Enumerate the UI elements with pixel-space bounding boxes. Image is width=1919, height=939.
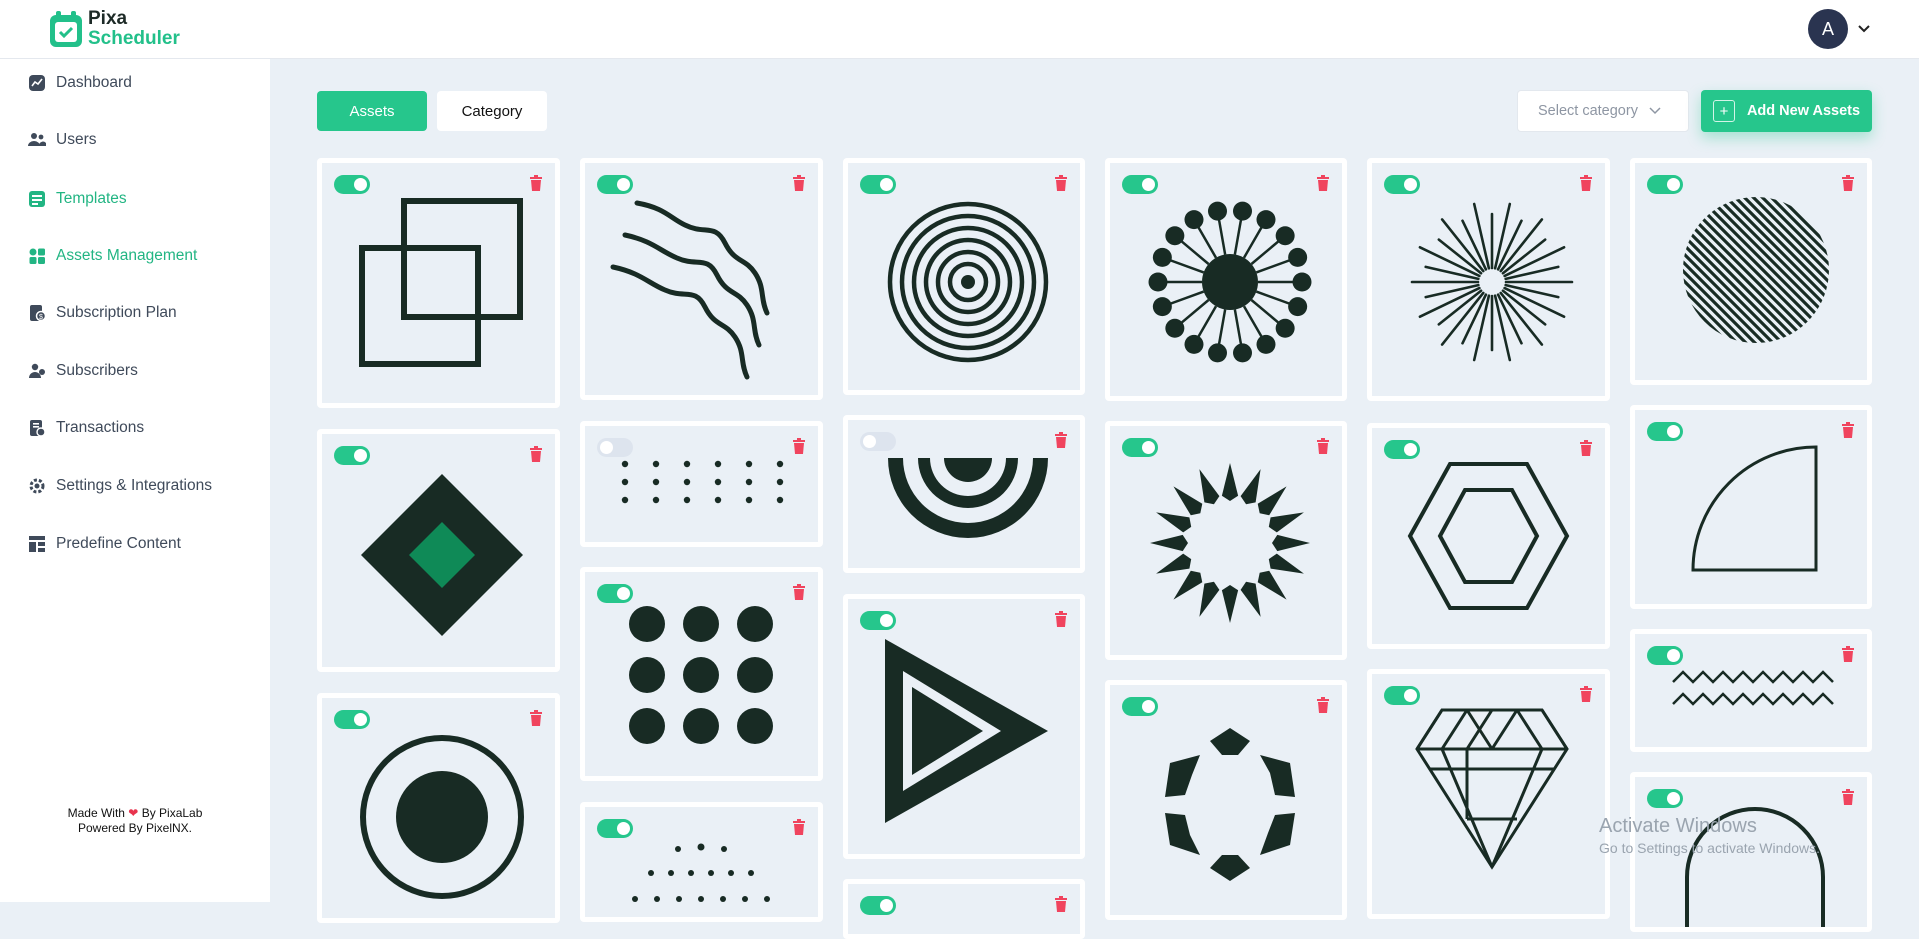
tab-assets[interactable]: Assets [317, 91, 427, 131]
sidebar-item-transactions[interactable]: Transactions [28, 413, 144, 443]
overlapping-squares-shape [359, 198, 523, 367]
settings-icon [29, 478, 45, 494]
asset-card[interactable] [580, 802, 823, 922]
sidebar: Dashboard Users Templates Assets Managem… [0, 59, 270, 902]
nine-dots-shape [629, 606, 773, 744]
asset-card[interactable] [843, 415, 1085, 573]
hexagon-segments-shape [1165, 728, 1295, 881]
sidebar-item-label: Subscription Plan [56, 304, 177, 321]
asset-card[interactable] [1105, 158, 1347, 401]
tab-category[interactable]: Category [437, 91, 547, 131]
chevron-down-icon[interactable] [1856, 18, 1872, 40]
assets-icon [29, 248, 45, 264]
sidebar-item-label: Assets Management [56, 247, 198, 264]
wavy-lines-shape [610, 200, 770, 380]
half-rings-shape [888, 458, 1048, 538]
users-icon [28, 133, 46, 146]
sidebar-item-subscription-plan[interactable]: $ Subscription Plan [28, 298, 177, 328]
spiky-ring-shape [1150, 463, 1310, 623]
sidebar-item-label: Users [56, 131, 97, 148]
asset-card[interactable] [1630, 629, 1872, 752]
quarter-circle-shape [1691, 445, 1818, 572]
asset-toggle[interactable] [860, 896, 896, 915]
zigzag-lines-shape [1672, 670, 1834, 706]
sidebar-item-label: Subscribers [56, 362, 138, 379]
template-icon [29, 191, 45, 207]
top-bar: Pixa Scheduler A [0, 0, 1919, 59]
asset-card[interactable] [1367, 669, 1610, 919]
sidebar-item-users[interactable]: Users [28, 125, 96, 155]
footer-by: By PixaLab [141, 806, 203, 820]
chevron-down-icon [1649, 107, 1661, 115]
select-placeholder: Select category [1538, 103, 1638, 119]
sidebar-item-settings[interactable]: Settings & Integrations [28, 471, 212, 501]
sidebar-item-label: Settings & Integrations [56, 477, 212, 494]
app-logo[interactable]: Pixa Scheduler [48, 9, 180, 49]
transactions-icon [30, 420, 46, 437]
sidebar-item-assets-management[interactable]: Assets Management [28, 241, 197, 271]
asset-card[interactable] [317, 693, 560, 923]
asset-card[interactable] [580, 421, 823, 547]
asset-card[interactable] [843, 594, 1085, 859]
add-new-assets-button[interactable]: + Add New Assets [1701, 90, 1872, 132]
asset-card[interactable] [1105, 680, 1347, 920]
dot-grid-shape [621, 460, 784, 504]
sidebar-item-subscribers[interactable]: Subscribers [28, 356, 138, 386]
calendar-logo-icon [50, 11, 82, 47]
asset-card[interactable] [580, 158, 823, 400]
category-select[interactable]: Select category [1517, 90, 1689, 132]
logo-line1: Pixa [88, 8, 128, 29]
add-button-label: Add New Assets [1746, 103, 1861, 119]
asset-card[interactable] [580, 567, 823, 781]
avatar[interactable]: A [1808, 9, 1848, 49]
dotted-arc-shape [632, 843, 770, 902]
footer-powered-by: Powered By PixelNX. [77, 821, 193, 835]
logo-line2: Scheduler [88, 28, 180, 49]
asset-card[interactable] [843, 158, 1085, 395]
asset-card[interactable] [1630, 772, 1872, 932]
asset-card[interactable] [317, 158, 560, 408]
gem-shape [1415, 708, 1569, 870]
arch-shape [1685, 807, 1825, 927]
hexagon-outline-shape [1407, 462, 1570, 610]
plus-icon: + [1712, 100, 1735, 122]
sidebar-item-templates[interactable]: Templates [28, 184, 127, 214]
asset-card[interactable] [1630, 158, 1872, 385]
sunburst-lines-shape [1410, 202, 1574, 362]
sidebar-item-label: Predefine Content [56, 535, 181, 552]
subscribers-icon [29, 363, 45, 378]
svg-text:$: $ [39, 314, 43, 321]
asset-card[interactable] [843, 879, 1085, 939]
sidebar-item-label: Templates [56, 190, 127, 207]
sidebar-footer: Made With ❤ By PixaLab Powered By PixelN… [0, 806, 270, 836]
striped-circle-shape [1683, 197, 1829, 343]
footer-made-with: Made With [67, 806, 125, 820]
play-triangle-shape [885, 639, 1048, 823]
asset-card[interactable] [1105, 421, 1347, 660]
dotted-sun-shape [1148, 201, 1312, 363]
circle-in-ring-shape [360, 735, 524, 899]
sidebar-item-dashboard[interactable]: Dashboard [28, 68, 132, 98]
asset-card[interactable] [317, 429, 560, 672]
asset-card[interactable] [1367, 423, 1610, 649]
concentric-circles-shape [887, 201, 1049, 363]
asset-card[interactable] [1367, 158, 1610, 401]
sidebar-item-label: Transactions [56, 419, 145, 436]
content-icon [29, 536, 45, 552]
sidebar-item-label: Dashboard [56, 74, 132, 91]
subscription-icon: $ [30, 305, 46, 322]
chart-icon [29, 75, 45, 91]
trash-icon[interactable] [1054, 896, 1068, 912]
sidebar-item-predefine-content[interactable]: Predefine Content [28, 529, 181, 559]
heart-icon: ❤ [128, 806, 139, 820]
asset-card[interactable] [1630, 405, 1872, 609]
diamond-shape [361, 474, 523, 636]
